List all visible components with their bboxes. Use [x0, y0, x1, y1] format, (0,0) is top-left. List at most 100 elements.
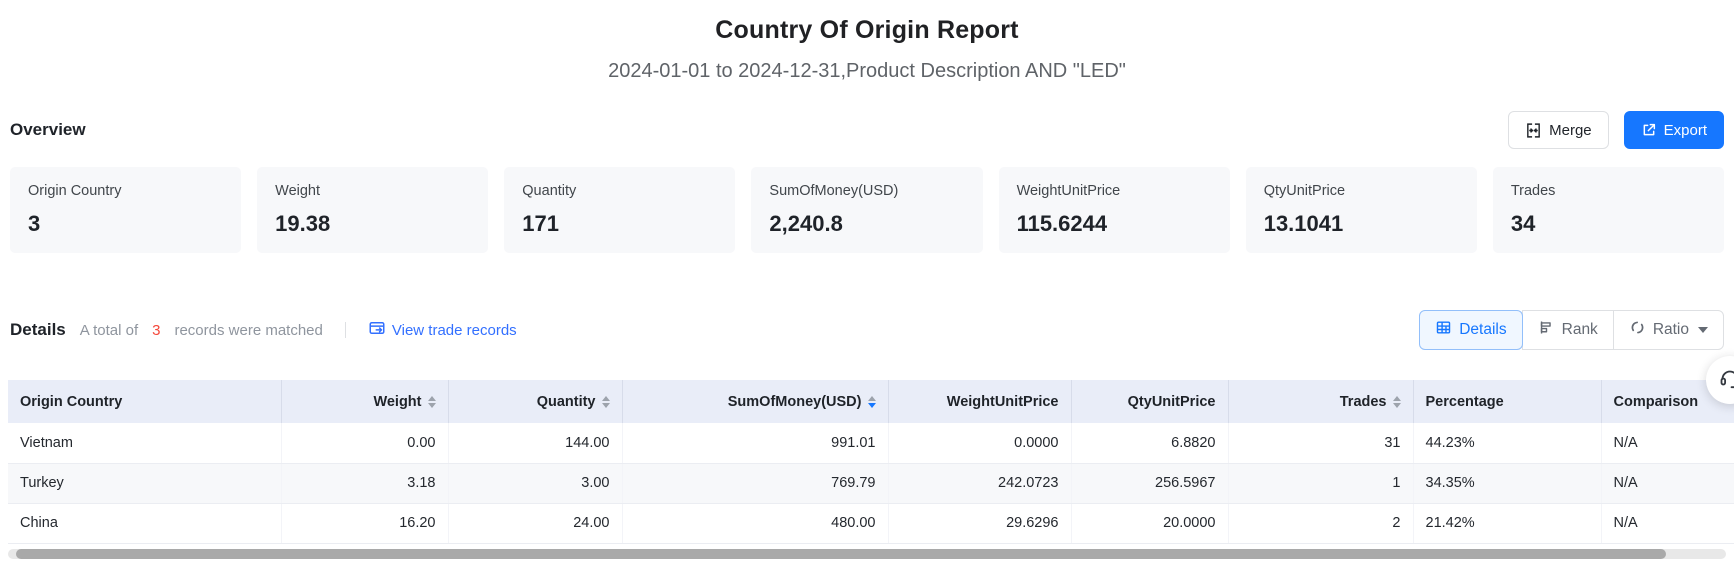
sort-icon: [1393, 396, 1401, 408]
overview-card-label: WeightUnitPrice: [1017, 183, 1212, 199]
details-grid-icon: [1435, 319, 1452, 341]
column-label: Weight: [373, 394, 421, 410]
column-label: Percentage: [1426, 394, 1504, 410]
report-header: Country Of Origin Report 2024-01-01 to 2…: [0, 0, 1734, 83]
cell-trades: 2: [1228, 503, 1413, 543]
sort-desc-caret: [1393, 403, 1401, 408]
cell-origin-country: Turkey: [8, 463, 281, 503]
records-count: 3: [148, 322, 164, 339]
cell-qtyunitprice: 20.0000: [1071, 503, 1228, 543]
sort-icon: [868, 396, 876, 408]
details-summary: Details A total of 3 records were matche…: [10, 319, 517, 341]
cell-weight: 0.00: [281, 423, 448, 463]
column-label: QtyUnitPrice: [1128, 394, 1216, 410]
cell-weightunitprice: 29.6296: [888, 503, 1071, 543]
report-subtitle: 2024-01-01 to 2024-12-31,Product Descrip…: [0, 60, 1734, 83]
sort-desc-caret: [428, 403, 436, 408]
merge-button[interactable]: Merge: [1508, 111, 1609, 149]
overview-card-value: 13.1041: [1264, 211, 1459, 237]
overview-card-quantity: Quantity 171: [504, 167, 735, 253]
toolbar-actions: Merge Export: [1508, 111, 1724, 149]
cell-comparison: N/A: [1601, 463, 1734, 503]
column-header-sumofmoney-usd[interactable]: SumOfMoney(USD): [622, 380, 888, 423]
overview-card-value: 2,240.8: [769, 211, 964, 237]
table-row-vietnam: Vietnam0.00144.00991.010.00006.88203144.…: [8, 423, 1734, 463]
cell-weightunitprice: 0.0000: [888, 423, 1071, 463]
cell-comparison: N/A: [1601, 423, 1734, 463]
view-trade-records-link[interactable]: View trade records: [368, 319, 517, 341]
merge-button-label: Merge: [1549, 122, 1592, 139]
headset-icon: [1718, 366, 1734, 395]
column-header-qtyunitprice: QtyUnitPrice: [1071, 380, 1228, 423]
column-header-quantity[interactable]: Quantity: [448, 380, 622, 423]
sort-asc-caret: [868, 396, 876, 401]
chevron-down-icon: [1698, 327, 1708, 333]
export-button-label: Export: [1664, 122, 1707, 139]
column-header-weightunitprice: WeightUnitPrice: [888, 380, 1071, 423]
table-row-turkey: Turkey3.183.00769.79242.0723256.5967134.…: [8, 463, 1734, 503]
overview-card-value: 115.6244: [1017, 211, 1212, 237]
cell-sumofmoney-usd: 480.00: [622, 503, 888, 543]
sort-desc-caret: [602, 403, 610, 408]
overview-section-bar: Overview Merge Export: [0, 110, 1734, 150]
sort-asc-caret: [428, 396, 436, 401]
page-title: Country Of Origin Report: [0, 16, 1734, 45]
overview-card-sumofmoney-usd: SumOfMoney(USD) 2,240.8: [751, 167, 982, 253]
rank-icon: [1538, 319, 1555, 341]
sort-asc-caret: [1393, 396, 1401, 401]
records-summary-prefix: A total of: [80, 322, 138, 339]
export-button[interactable]: Export: [1624, 111, 1724, 149]
table-row-china: China16.2024.00480.0029.629620.0000221.4…: [8, 503, 1734, 543]
column-header-origin-country: Origin Country: [8, 380, 281, 423]
view-mode-rank[interactable]: Rank: [1522, 310, 1614, 350]
column-label: Quantity: [537, 394, 596, 410]
cell-trades: 1: [1228, 463, 1413, 503]
overview-card-label: Weight: [275, 183, 470, 199]
overview-card-label: SumOfMoney(USD): [769, 183, 964, 199]
view-trade-records-label: View trade records: [392, 322, 517, 339]
view-mode-switcher: Details Rank Ratio: [1419, 310, 1724, 350]
overview-card-label: Trades: [1511, 183, 1706, 199]
cell-percentage: 21.42%: [1413, 503, 1601, 543]
cell-qtyunitprice: 256.5967: [1071, 463, 1228, 503]
column-header-trades[interactable]: Trades: [1228, 380, 1413, 423]
cell-trades: 31: [1228, 423, 1413, 463]
cell-sumofmoney-usd: 991.01: [622, 423, 888, 463]
cell-weight: 3.18: [281, 463, 448, 503]
column-label: WeightUnitPrice: [947, 394, 1059, 410]
table-body: Vietnam0.00144.00991.010.00006.88203144.…: [8, 423, 1734, 543]
records-summary-suffix: records were matched: [174, 322, 322, 339]
cell-weightunitprice: 242.0723: [888, 463, 1071, 503]
cell-quantity: 3.00: [448, 463, 622, 503]
view-mode-label: Rank: [1562, 321, 1598, 339]
column-label: SumOfMoney(USD): [728, 394, 862, 410]
cell-sumofmoney-usd: 769.79: [622, 463, 888, 503]
view-mode-ratio[interactable]: Ratio: [1613, 310, 1724, 350]
export-icon: [1641, 122, 1657, 138]
merge-icon: [1525, 122, 1542, 139]
overview-card-value: 3: [28, 211, 223, 237]
details-table: Origin Country Weight Quantity SumOfMoney(U…: [8, 380, 1734, 544]
view-mode-label: Details: [1459, 321, 1506, 339]
overview-card-value: 19.38: [275, 211, 470, 237]
overview-card-weightunitprice: WeightUnitPrice 115.6244: [999, 167, 1230, 253]
overview-card-value: 171: [522, 211, 717, 237]
sort-icon: [428, 396, 436, 408]
overview-card-label: QtyUnitPrice: [1264, 183, 1459, 199]
cell-quantity: 24.00: [448, 503, 622, 543]
cell-weight: 16.20: [281, 503, 448, 543]
trade-window-icon: [368, 319, 386, 341]
sort-desc-caret: [868, 403, 876, 408]
horizontal-scrollbar-track[interactable]: [8, 549, 1726, 559]
cell-origin-country: Vietnam: [8, 423, 281, 463]
details-bar: Details A total of 3 records were matche…: [0, 309, 1734, 351]
sort-asc-caret: [602, 396, 610, 401]
cell-origin-country: China: [8, 503, 281, 543]
details-section-title: Details: [10, 320, 66, 340]
cell-percentage: 34.35%: [1413, 463, 1601, 503]
horizontal-scrollbar-thumb[interactable]: [16, 549, 1666, 559]
view-mode-details[interactable]: Details: [1419, 310, 1522, 350]
column-header-weight[interactable]: Weight: [281, 380, 448, 423]
overview-card-value: 34: [1511, 211, 1706, 237]
overview-card-label: Quantity: [522, 183, 717, 199]
